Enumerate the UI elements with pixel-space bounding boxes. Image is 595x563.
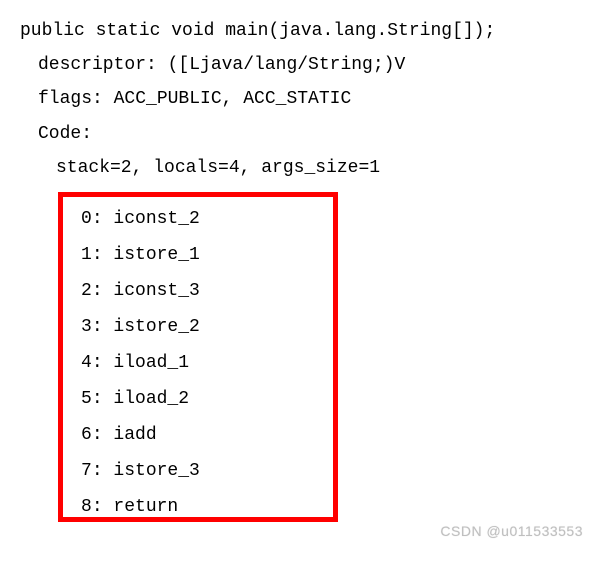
bytecode-instruction: 6: iadd [81, 417, 333, 453]
bytecode-instruction: 3: istore_2 [81, 309, 333, 345]
code-label: Code: [20, 117, 595, 151]
bytecode-instruction: 7: istore_3 [81, 453, 333, 489]
descriptor-line: descriptor: ([Ljava/lang/String;)V [20, 48, 595, 82]
bytecode-instruction: 4: iload_1 [81, 345, 333, 381]
method-signature: public static void main(java.lang.String… [20, 14, 595, 48]
stack-info-line: stack=2, locals=4, args_size=1 [20, 151, 595, 185]
watermark-text: CSDN @u011533553 [440, 518, 583, 545]
bytecode-instruction: 2: iconst_3 [81, 273, 333, 309]
bytecode-instruction: 5: iload_2 [81, 381, 333, 417]
bytecode-highlight-box: 0: iconst_2 1: istore_1 2: iconst_3 3: i… [58, 192, 338, 522]
flags-line: flags: ACC_PUBLIC, ACC_STATIC [20, 82, 595, 116]
bytecode-instruction: 8: return [81, 489, 333, 525]
bytecode-instruction: 0: iconst_2 [81, 201, 333, 237]
bytecode-instruction: 1: istore_1 [81, 237, 333, 273]
